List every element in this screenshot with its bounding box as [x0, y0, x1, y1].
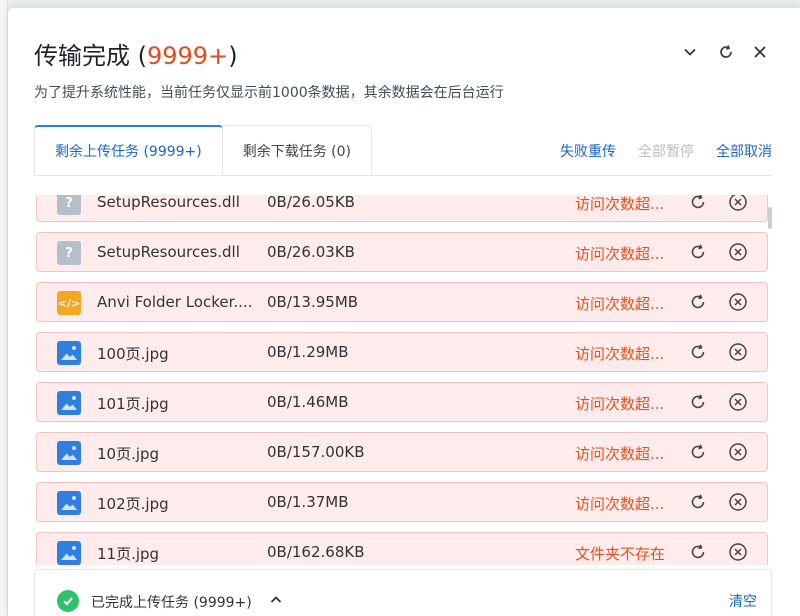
task-file-name: SetupResources.dll — [97, 243, 240, 261]
task-progress-size: 0B/1.29MB — [267, 343, 349, 361]
retry-icon[interactable] — [687, 541, 709, 563]
bulk-actions: 失败重传 全部暂停 全部取消 — [560, 141, 772, 161]
cancel-circle-icon[interactable] — [727, 341, 749, 363]
task-row: 10页.jpg 0B/157.00KB 访问次数超... — [36, 432, 768, 472]
completed-uploads-label: 已完成上传任务 (9999+) — [91, 595, 252, 611]
image-file-icon — [57, 391, 81, 415]
task-progress-size: 0B/13.95MB — [267, 293, 359, 311]
task-status: 访问次数超... — [575, 245, 665, 263]
image-file-icon — [57, 541, 81, 565]
image-file-icon — [57, 441, 81, 465]
task-progress-size: 0B/1.37MB — [267, 493, 349, 511]
task-status: 访问次数超... — [575, 445, 665, 463]
tab-divider — [34, 175, 772, 176]
background-window-edge — [0, 0, 8, 616]
task-row: 100页.jpg 0B/1.29MB 访问次数超... — [36, 332, 768, 372]
task-status: 访问次数超... — [575, 195, 665, 213]
cancel-circle-icon[interactable] — [727, 491, 749, 513]
close-icon[interactable] — [750, 42, 770, 62]
task-progress-size: 0B/162.68KB — [267, 543, 365, 561]
task-status: 访问次数超... — [575, 395, 665, 413]
dialog-title: 传输完成 (9999+) — [34, 42, 238, 70]
unknown-file-icon: ? — [57, 195, 81, 215]
task-row: 102页.jpg 0B/1.37MB 访问次数超... — [36, 482, 768, 522]
cancel-circle-icon[interactable] — [727, 541, 749, 563]
completed-uploads-bar: 已完成上传任务 (9999+) 清空 — [34, 569, 772, 616]
task-file-name: 101页.jpg — [97, 395, 169, 413]
task-file-name: 100页.jpg — [97, 345, 169, 363]
task-tabs: 剩余上传任务 (9999+) 剩余下载任务 (0) — [34, 125, 373, 175]
cancel-circle-icon[interactable] — [727, 195, 749, 213]
cancel-circle-icon[interactable] — [727, 441, 749, 463]
cancel-all-button[interactable]: 全部取消 — [716, 141, 772, 161]
retry-icon[interactable] — [687, 491, 709, 513]
cancel-circle-icon[interactable] — [727, 291, 749, 313]
task-list[interactable]: ? SetupResources.dll 0B/26.05KB 访问次数超...? Se… — [34, 195, 770, 565]
check-circle-icon — [57, 590, 79, 612]
task-status: 访问次数超... — [575, 295, 665, 313]
task-file-name: Anvi Folder Locker.... — [97, 293, 253, 311]
retry-icon[interactable] — [687, 441, 709, 463]
retry-icon[interactable] — [687, 391, 709, 413]
unknown-file-icon: ? — [57, 241, 81, 265]
chevron-up-icon[interactable] — [267, 591, 285, 609]
task-row: 101页.jpg 0B/1.46MB 访问次数超... — [36, 382, 768, 422]
dialog-subtitle: 为了提升系统性能，当前任务仅显示前1000条数据，其余数据会在后台运行 — [34, 85, 504, 101]
title-count: 9999+ — [147, 42, 229, 70]
scrollbar-thumb[interactable] — [768, 207, 772, 229]
clear-button[interactable]: 清空 — [729, 591, 757, 611]
chevron-down-icon[interactable] — [680, 42, 700, 62]
task-file-name: 102页.jpg — [97, 495, 169, 513]
tab-remaining-download[interactable]: 剩余下载任务 (0) — [222, 125, 373, 175]
task-file-name: SetupResources.dll — [97, 195, 240, 211]
tab-remaining-upload[interactable]: 剩余上传任务 (9999+) — [34, 125, 223, 175]
transfer-dialog: 传输完成 (9999+) 为了提升系统性能，当前任务仅显示前1000条数据，其余… — [8, 8, 800, 616]
task-file-name: 11页.jpg — [97, 545, 160, 563]
retry-icon[interactable] — [687, 241, 709, 263]
retry-failed-button[interactable]: 失败重传 — [560, 141, 616, 161]
task-progress-size: 0B/26.03KB — [267, 243, 355, 261]
task-file-name: 10页.jpg — [97, 445, 160, 463]
image-file-icon — [57, 341, 81, 365]
task-row: ? SetupResources.dll 0B/26.03KB 访问次数超... — [36, 232, 768, 272]
task-row: </> Anvi Folder Locker.... 0B/13.95MB 访问次数超… — [36, 282, 768, 322]
pause-all-button: 全部暂停 — [638, 144, 694, 160]
cancel-circle-icon[interactable] — [727, 241, 749, 263]
task-status: 文件夹不存在 — [575, 545, 666, 563]
code-file-icon: </> — [57, 291, 81, 315]
image-file-icon — [57, 491, 81, 515]
task-status: 访问次数超... — [575, 495, 665, 513]
task-progress-size: 0B/26.05KB — [267, 195, 355, 211]
task-row: ? SetupResources.dll 0B/26.05KB 访问次数超... — [36, 195, 768, 222]
retry-icon[interactable] — [687, 341, 709, 363]
retry-icon[interactable] — [687, 291, 709, 313]
retry-icon[interactable] — [687, 195, 709, 213]
cancel-circle-icon[interactable] — [727, 391, 749, 413]
task-row: 11页.jpg 0B/162.68KB 文件夹不存在 — [36, 532, 768, 565]
task-progress-size: 0B/1.46MB — [267, 393, 349, 411]
task-progress-size: 0B/157.00KB — [267, 443, 365, 461]
refresh-icon[interactable] — [716, 42, 736, 62]
task-status: 访问次数超... — [575, 345, 665, 363]
